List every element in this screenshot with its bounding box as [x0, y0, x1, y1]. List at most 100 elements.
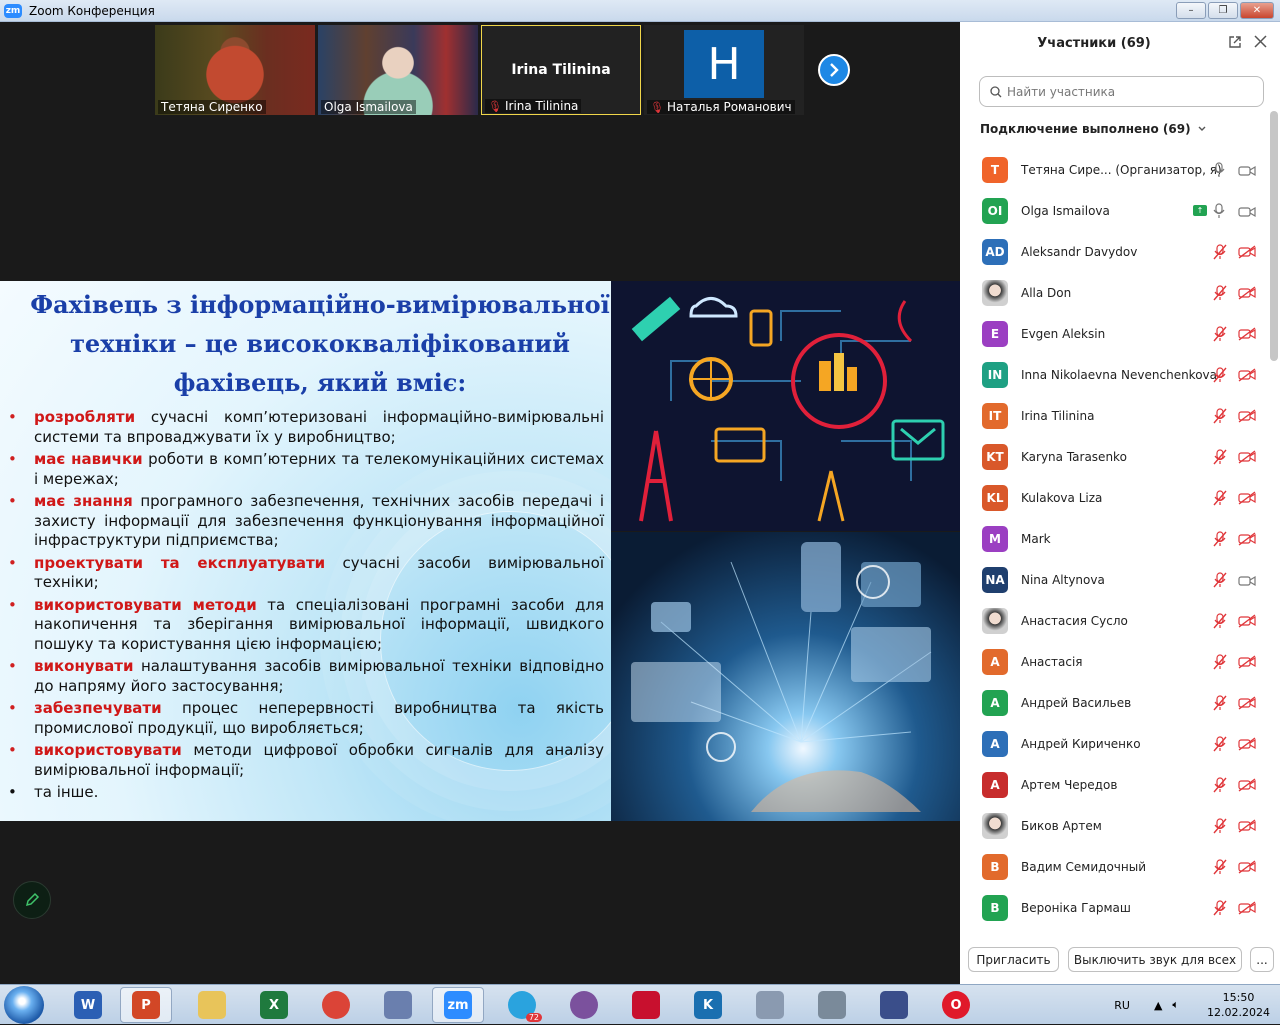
video-camera-off-icon[interactable]: [1238, 777, 1256, 793]
video-camera-off-icon[interactable]: [1238, 859, 1256, 875]
participant-row[interactable]: AD Aleksandr Davydov: [960, 231, 1270, 272]
invite-button[interactable]: Пригласить: [968, 947, 1059, 972]
video-tile[interactable]: H 🎙︎ Наталья Романович: [644, 25, 804, 115]
more-button[interactable]: ...: [1250, 947, 1274, 972]
video-camera-off-icon[interactable]: [1238, 654, 1256, 670]
video-camera-off-icon[interactable]: [1238, 531, 1256, 547]
video-tile[interactable]: Olga Ismailova: [318, 25, 478, 115]
video-camera-off-icon[interactable]: [1238, 408, 1256, 424]
close-panel-icon[interactable]: [1254, 33, 1267, 52]
taskbar-explorer-button[interactable]: [186, 987, 238, 1023]
close-button[interactable]: ✕: [1240, 2, 1274, 19]
taskbar-powerpoint-button[interactable]: P: [120, 987, 172, 1023]
microphone-muted-icon[interactable]: [1213, 326, 1231, 342]
video-camera-icon[interactable]: [1238, 162, 1256, 178]
taskbar-opera-button[interactable]: O: [930, 987, 982, 1023]
video-camera-off-icon[interactable]: [1238, 449, 1256, 465]
microphone-muted-icon[interactable]: [1213, 818, 1231, 834]
video-tile[interactable]: Тетяна Сиренко: [155, 25, 315, 115]
microphone-muted-icon[interactable]: [1213, 285, 1231, 301]
volume-icon[interactable]: 🔈︎: [1172, 998, 1179, 1012]
video-camera-off-icon[interactable]: [1238, 367, 1256, 383]
microphone-muted-icon[interactable]: [1213, 859, 1231, 875]
video-camera-off-icon[interactable]: [1238, 736, 1256, 752]
microphone-muted-icon[interactable]: [1213, 449, 1231, 465]
taskbar-viber-button[interactable]: [558, 987, 610, 1023]
taskbar-zoom-button[interactable]: zm: [432, 987, 484, 1023]
microphone-muted-icon[interactable]: [1213, 736, 1231, 752]
connected-section-header[interactable]: Подключение выполнено (69): [980, 122, 1207, 136]
participant-row[interactable]: A Андрей Васильев: [960, 682, 1270, 723]
list-item: використовувати методи цифрової обробки …: [8, 741, 604, 780]
participant-row[interactable]: KL Kulakova Liza: [960, 477, 1270, 518]
microphone-icon[interactable]: [1213, 162, 1231, 178]
video-camera-off-icon[interactable]: [1238, 695, 1256, 711]
pen-tool-icon: [880, 991, 908, 1019]
mute-all-button[interactable]: Выключить звук для всех: [1068, 947, 1242, 972]
taskbar-app-red-button[interactable]: [620, 987, 672, 1023]
video-camera-off-icon[interactable]: [1238, 900, 1256, 916]
video-camera-off-icon[interactable]: [1238, 326, 1256, 342]
video-camera-off-icon[interactable]: [1238, 285, 1256, 301]
taskbar-telegram-button[interactable]: 72: [496, 987, 548, 1023]
start-button[interactable]: [4, 986, 44, 1024]
microphone-icon[interactable]: [1213, 203, 1231, 219]
microphone-muted-icon[interactable]: [1213, 408, 1231, 424]
participant-row[interactable]: Биков Артем: [960, 805, 1270, 846]
microphone-muted-icon[interactable]: [1213, 367, 1231, 383]
participant-row[interactable]: OI Olga Ismailova ↑: [960, 190, 1270, 231]
taskbar-app-k-button[interactable]: K: [682, 987, 734, 1023]
annotate-button[interactable]: [13, 881, 51, 919]
taskbar-calculator-button[interactable]: [744, 987, 796, 1023]
taskbar-word-button[interactable]: W: [62, 987, 114, 1023]
taskbar-excel-button[interactable]: X: [248, 987, 300, 1023]
microphone-muted-icon[interactable]: [1213, 654, 1231, 670]
participant-name: Андрей Кириченко: [1021, 736, 1141, 751]
microphone-muted-icon[interactable]: [1213, 490, 1231, 506]
taskbar-network-button[interactable]: [806, 987, 858, 1023]
microphone-muted-icon[interactable]: [1213, 900, 1231, 916]
video-camera-off-icon[interactable]: [1238, 818, 1256, 834]
microphone-muted-icon[interactable]: [1213, 695, 1231, 711]
taskbar-paint-button[interactable]: [372, 987, 424, 1023]
video-tile-active-speaker[interactable]: Irina Tilinina 🎙︎ Irina Tilinina: [481, 25, 641, 115]
participant-row[interactable]: IN Inna Nikolaevna Nevenchenkova: [960, 354, 1270, 395]
participant-row[interactable]: T Тетяна Сире... (Организатор, я): [960, 149, 1270, 190]
avatar: [982, 279, 1008, 306]
participant-row[interactable]: B Вадим Семидочный: [960, 846, 1270, 887]
participant-row[interactable]: IT Irina Tilinina: [960, 395, 1270, 436]
microphone-muted-icon[interactable]: [1213, 613, 1231, 629]
word-icon: W: [74, 991, 102, 1019]
participant-row[interactable]: M Mark: [960, 518, 1270, 559]
participant-row[interactable]: B Вероніка Гармаш: [960, 887, 1270, 928]
taskbar-pen-tool-button[interactable]: [868, 987, 920, 1023]
video-camera-off-icon[interactable]: [1238, 490, 1256, 506]
participant-row[interactable]: KT Karyna Tarasenko: [960, 436, 1270, 477]
microphone-muted-icon[interactable]: [1213, 244, 1231, 260]
clock[interactable]: 15:50 12.02.2024: [1207, 990, 1270, 1020]
video-camera-off-icon[interactable]: [1238, 244, 1256, 260]
maximize-button[interactable]: ❐: [1208, 2, 1238, 19]
microphone-muted-icon[interactable]: [1213, 777, 1231, 793]
panel-scrollbar[interactable]: [1270, 111, 1278, 361]
next-page-button[interactable]: [818, 54, 850, 86]
minimize-button[interactable]: –: [1176, 2, 1206, 19]
participant-row[interactable]: E Evgen Aleksin: [960, 313, 1270, 354]
tile-big-name: Irina Tilinina: [511, 62, 611, 78]
video-camera-icon[interactable]: [1238, 203, 1256, 219]
search-input[interactable]: [1007, 84, 1247, 99]
microphone-muted-icon[interactable]: [1213, 572, 1231, 588]
tray-expand-icon[interactable]: ▲: [1154, 999, 1162, 1012]
participant-row[interactable]: Анастасия Сусло: [960, 600, 1270, 641]
participant-row[interactable]: Alla Don: [960, 272, 1270, 313]
taskbar-chrome-button[interactable]: [310, 987, 362, 1023]
participant-row[interactable]: A Анастасія: [960, 641, 1270, 682]
popout-icon[interactable]: [1228, 35, 1242, 53]
participant-row[interactable]: NA Nina Altynova: [960, 559, 1270, 600]
video-camera-off-icon[interactable]: [1238, 613, 1256, 629]
language-indicator[interactable]: RU: [1114, 999, 1130, 1012]
participant-row[interactable]: A Андрей Кириченко: [960, 723, 1270, 764]
microphone-muted-icon[interactable]: [1213, 531, 1231, 547]
video-camera-icon[interactable]: [1238, 572, 1256, 588]
participant-row[interactable]: A Артем Чередов: [960, 764, 1270, 805]
